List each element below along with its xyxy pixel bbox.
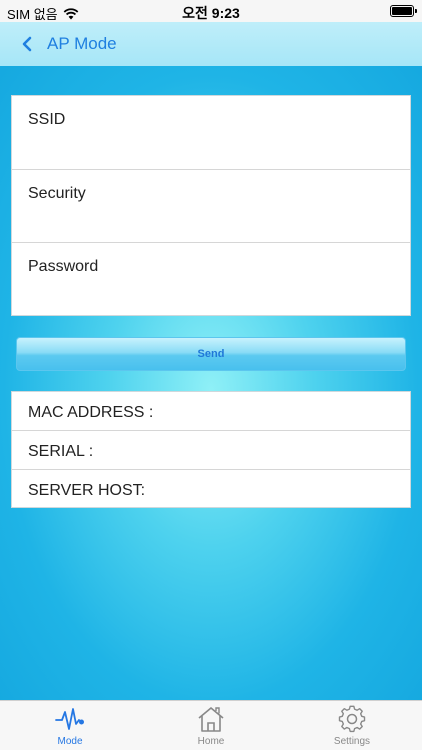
server-host-label: SERVER HOST: <box>28 482 146 499</box>
mac-address-row: MAC ADDRESS : <box>12 392 410 431</box>
tab-mode[interactable]: Mode <box>20 701 120 750</box>
chevron-left-icon[interactable] <box>20 34 34 54</box>
wifi-form-card: SSID Security Password <box>11 95 411 316</box>
server-host-row: SERVER HOST: <box>12 470 410 509</box>
battery-icon <box>390 5 417 17</box>
status-bar: SIM 없음 오전 9:23 <box>0 0 422 22</box>
mac-address-label: MAC ADDRESS : <box>28 404 154 421</box>
ssid-label: SSID <box>28 111 66 128</box>
password-input[interactable] <box>28 285 398 309</box>
tab-settings[interactable]: Settings <box>302 701 402 750</box>
pulse-icon <box>55 708 84 730</box>
password-label: Password <box>28 258 99 275</box>
page-title: AP Mode <box>47 34 117 53</box>
tab-mode-label: Mode <box>57 736 83 747</box>
ssid-row[interactable]: SSID <box>12 96 410 170</box>
ssid-input[interactable] <box>28 138 398 162</box>
tab-home[interactable]: Home <box>161 701 261 750</box>
serial-label: SERIAL : <box>28 443 94 460</box>
device-info-card: MAC ADDRESS : SERIAL : SERVER HOST: <box>11 391 411 508</box>
home-icon <box>198 707 224 732</box>
status-time: 오전 9:23 <box>182 5 240 21</box>
tab-bar: Mode Home Settings <box>0 700 422 750</box>
tab-home-label: Home <box>197 736 225 747</box>
security-label: Security <box>28 184 86 202</box>
security-input[interactable] <box>28 211 398 236</box>
password-row[interactable]: Password <box>12 243 410 317</box>
tab-settings-label: Settings <box>333 736 371 747</box>
navigation-bar: AP Mode <box>0 22 422 66</box>
security-row[interactable]: Security <box>12 170 410 243</box>
serial-row: SERIAL : <box>12 431 410 470</box>
send-button[interactable]: Send <box>16 337 406 371</box>
gear-icon <box>338 705 366 733</box>
